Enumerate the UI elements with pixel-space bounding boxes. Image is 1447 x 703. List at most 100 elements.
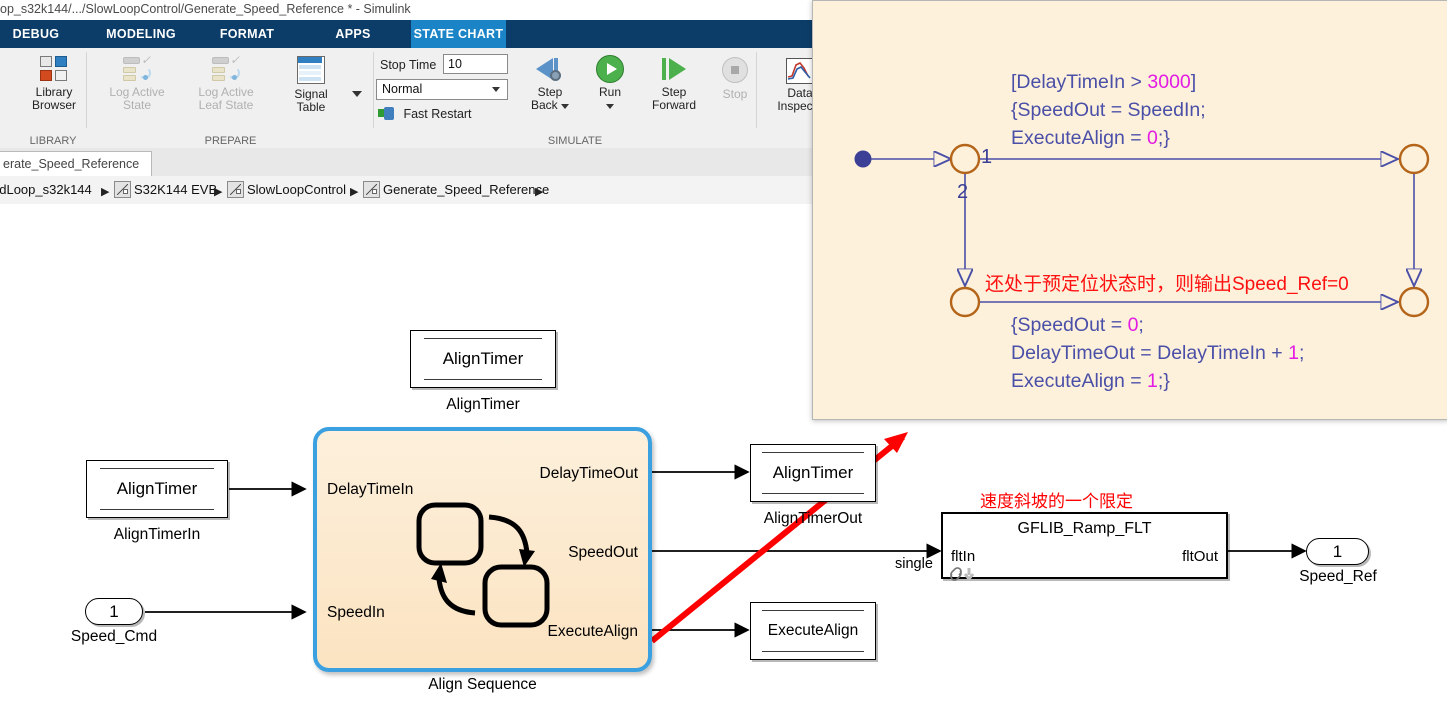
block-speed-cmd-label: Speed_Cmd	[70, 628, 158, 645]
subsystem-icon	[227, 181, 244, 198]
block-speed-cmd-inport[interactable]: 1	[85, 598, 143, 625]
log-active-state-label-2: State	[122, 98, 152, 112]
stop-button[interactable]: Stop	[712, 57, 758, 101]
run-label: Run	[598, 85, 621, 99]
step-forward-icon	[659, 55, 689, 83]
port-flt-out: fltOut	[1182, 548, 1218, 565]
ribbon-group-simulate: Stop Time Normal Fast Restart Step Back …	[375, 48, 748, 148]
junction-label-1: 1	[981, 146, 993, 168]
block-align-timer-top[interactable]: AlignTimer	[410, 330, 556, 388]
library-link-icon	[950, 567, 975, 582]
library-browser-button[interactable]: Library Browser	[14, 56, 94, 112]
ribbon-separator-2	[373, 52, 374, 128]
transition-action-bottom-line1: {SpeedOut = 0;	[1011, 314, 1144, 336]
fast-restart-toggle[interactable]: Fast Restart	[378, 105, 472, 123]
ribbon-group-prepare: ✓ Log Active State ✓ Log Active Leaf Sta…	[88, 48, 373, 148]
block-align-timer-out-text: AlignTimer	[772, 463, 854, 482]
step-back-icon	[535, 55, 565, 83]
chevron-down-icon	[561, 104, 570, 109]
block-align-timer-in-text: AlignTimer	[116, 479, 198, 498]
block-execute-align[interactable]: ExecuteAlign	[750, 602, 876, 660]
signal-type-label-single: single	[895, 556, 933, 572]
block-align-sequence-label: Align Sequence	[428, 676, 537, 693]
tab-format[interactable]: FORMAT	[206, 20, 288, 48]
tab-state-chart[interactable]: STATE CHART	[411, 20, 506, 48]
block-gflib-ramp-flt-title: GFLIB_Ramp_FLT	[1017, 520, 1152, 537]
block-align-timer-in-label: AlignTimerIn	[113, 526, 201, 543]
stateflow-inset-popup[interactable]: 1 2 [DelayTimeIn > 3000] {SpeedOut = Spe…	[812, 0, 1447, 420]
transition-action-top-line1: {SpeedOut = SpeedIn;	[1011, 99, 1206, 121]
breadcrumb-separator-3: ▶	[535, 186, 544, 198]
tab-apps[interactable]: APPS	[320, 20, 386, 48]
window-title: op_s32k144/.../SlowLoopControl/Generate_…	[0, 2, 411, 16]
step-back-button[interactable]: Step Back	[519, 55, 581, 112]
transition-action-bottom-line2: DelayTimeOut = DelayTimeIn + 1;	[1011, 342, 1305, 364]
block-align-timer-top-text: AlignTimer	[442, 349, 524, 368]
signal-table-button[interactable]: Signal Table	[276, 56, 346, 114]
model-tab-generate-speed-reference[interactable]: erate_Speed_Reference	[0, 151, 153, 178]
junction-label-2: 2	[957, 181, 969, 203]
block-gflib-ramp-flt[interactable]: GFLIB_Ramp_FLT fltIn fltOut	[941, 512, 1228, 582]
block-align-timer-top-label: AlignTimer	[446, 396, 520, 413]
step-forward-label-2: Forward	[651, 98, 696, 112]
stateflow-mini-icon	[416, 502, 550, 628]
run-icon	[596, 55, 624, 83]
run-button[interactable]: Run	[584, 55, 636, 112]
port-flt-in: fltIn	[951, 548, 976, 565]
simulation-mode-select[interactable]: Normal	[376, 79, 508, 100]
breadcrumb-separator-1: ▶	[214, 186, 223, 198]
stop-label: Stop	[722, 87, 748, 101]
ribbon-group-label-simulate: SIMULATE	[547, 135, 603, 147]
annotation-inset-red: 还处于预定位状态时，则输出Speed_Ref=0	[985, 274, 1349, 295]
library-browser-icon	[40, 56, 68, 82]
breadcrumb-item-2[interactable]: SlowLoopControl	[247, 180, 346, 200]
transition-action-top-line2: ExecuteAlign = 0;}	[1011, 127, 1170, 149]
tab-debug[interactable]: DEBUG	[0, 20, 72, 48]
stop-time-label: Stop Time	[380, 58, 437, 72]
block-execute-align-text: ExecuteAlign	[767, 622, 859, 639]
port-speed-in: SpeedIn	[327, 604, 385, 621]
log-active-state-button[interactable]: ✓ Log Active State	[95, 54, 179, 112]
stop-icon	[722, 57, 748, 83]
chevron-down-icon	[606, 104, 614, 109]
port-delay-time-out: DelayTimeOut	[539, 465, 638, 482]
block-align-sequence[interactable]: DelayTimeIn SpeedIn DelayTimeOut SpeedOu…	[313, 427, 652, 672]
breadcrumb-separator-2: ▶	[350, 186, 359, 198]
block-speed-ref-label: Speed_Ref	[1299, 568, 1377, 585]
tab-modeling[interactable]: MODELING	[89, 20, 193, 48]
block-align-timer-out[interactable]: AlignTimer	[750, 444, 876, 502]
annotation-ramp-note: 速度斜坡的一个限定	[980, 492, 1133, 511]
breadcrumb-item-3[interactable]: Generate_Speed_Reference	[383, 180, 549, 200]
subsystem-icon	[363, 181, 380, 198]
transition-condition-top: [DelayTimeIn > 3000]	[1011, 71, 1197, 93]
block-align-timer-in[interactable]: AlignTimer	[86, 460, 228, 518]
port-speed-out: SpeedOut	[568, 544, 638, 561]
library-browser-label-2: Browser	[31, 98, 76, 112]
step-forward-button[interactable]: Step Forward	[639, 55, 709, 112]
signal-table-icon	[297, 56, 325, 84]
prepare-more-button[interactable]	[352, 84, 362, 102]
block-speed-cmd-text: 1	[109, 602, 119, 621]
port-delay-time-in: DelayTimeIn	[327, 481, 414, 498]
block-speed-ref-text: 1	[1332, 542, 1343, 561]
step-back-label-2: Back	[519, 99, 581, 112]
fast-restart-icon	[378, 107, 394, 120]
log-active-leaf-label-2: Leaf State	[198, 98, 254, 112]
block-align-timer-out-label: AlignTimerOut	[763, 510, 863, 527]
block-speed-ref-outport[interactable]: 1	[1306, 538, 1369, 565]
chevron-down-icon	[492, 87, 500, 92]
log-active-leaf-state-button[interactable]: ✓ Log Active Leaf State	[181, 54, 271, 112]
transition-action-bottom-line3: ExecuteAlign = 1;}	[1011, 370, 1170, 392]
log-active-state-icon: ✓	[122, 54, 152, 82]
ribbon-group-label-prepare: PREPARE	[204, 135, 257, 147]
stop-time-input[interactable]	[443, 54, 508, 74]
simulink-window: op_s32k144/.../SlowLoopControl/Generate_…	[0, 0, 1447, 703]
simulation-mode-value: Normal	[382, 82, 423, 96]
data-inspector-icon	[786, 58, 814, 84]
ribbon-separator-1	[86, 52, 87, 128]
ribbon-separator-3	[756, 52, 757, 128]
fast-restart-label: Fast Restart	[403, 107, 472, 121]
breadcrumb-item-0[interactable]: edLoop_s32k144	[0, 180, 92, 200]
breadcrumb-item-1[interactable]: S32K144 EVB	[134, 180, 217, 200]
breadcrumb-separator-0: ▶	[101, 186, 110, 198]
